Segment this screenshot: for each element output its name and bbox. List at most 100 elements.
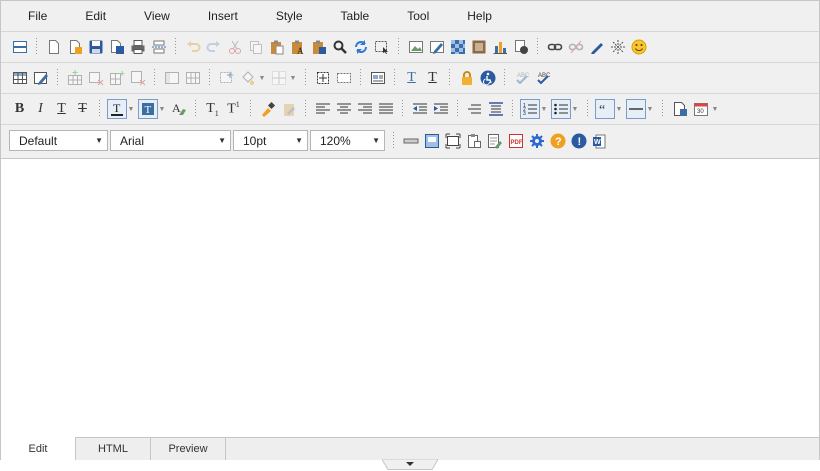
align-justify-icon[interactable] [376, 99, 396, 119]
menu-file[interactable]: File [9, 1, 66, 31]
menu-insert[interactable]: Insert [189, 1, 257, 31]
fill-color-icon[interactable] [238, 68, 258, 88]
align-left-icon[interactable] [313, 99, 333, 119]
paste-clipboard-icon[interactable] [464, 131, 484, 151]
insert-table-icon[interactable] [10, 68, 30, 88]
text-style-icon[interactable]: T [402, 68, 422, 88]
copy-icon[interactable] [246, 37, 266, 57]
zoom-select[interactable]: 120% ▼ [310, 130, 385, 151]
insert-document-icon[interactable] [511, 37, 531, 57]
superscript-icon[interactable]: T1 [224, 99, 244, 119]
help-icon[interactable]: ? [548, 131, 568, 151]
paste-format-icon[interactable] [279, 99, 299, 119]
font-size-select[interactable]: 10pt ▼ [233, 130, 308, 151]
italic-icon[interactable]: I [31, 99, 51, 119]
align-center-icon[interactable] [334, 99, 354, 119]
cut-icon[interactable] [225, 37, 245, 57]
cell-properties-icon[interactable] [183, 68, 203, 88]
tab-html[interactable]: HTML [76, 438, 151, 460]
insert-form-icon[interactable] [217, 68, 237, 88]
tab-edit[interactable]: Edit [1, 437, 76, 460]
row-properties-icon[interactable] [162, 68, 182, 88]
spell-check-as-you-type-icon[interactable]: ABC [533, 68, 553, 88]
find-icon[interactable] [330, 37, 350, 57]
special-character-icon[interactable] [608, 37, 628, 57]
blockquote-dropdown-icon[interactable]: ▼ [615, 99, 623, 119]
borders-icon[interactable] [269, 68, 289, 88]
show-borders-icon[interactable] [313, 68, 333, 88]
accessibility-icon[interactable] [478, 68, 498, 88]
ordered-list-icon[interactable]: 123 [519, 99, 540, 119]
replace-icon[interactable] [351, 37, 371, 57]
delete-row-icon[interactable] [86, 68, 106, 88]
tab-preview[interactable]: Preview [151, 438, 226, 460]
menu-tool[interactable]: Tool [388, 1, 448, 31]
paste-word-icon[interactable] [309, 37, 329, 57]
indent-icon[interactable] [431, 99, 451, 119]
fill-color-dropdown-icon[interactable]: ▼ [258, 68, 266, 88]
align-right-icon[interactable] [355, 99, 375, 119]
insert-background-icon[interactable] [448, 37, 468, 57]
unordered-list-dropdown-icon[interactable]: ▼ [571, 99, 579, 119]
highlight-color-icon[interactable]: T [137, 99, 158, 119]
strikethrough-icon[interactable]: T [73, 99, 93, 119]
save-icon[interactable] [86, 37, 106, 57]
ruler-icon[interactable] [401, 131, 421, 151]
layer-icon[interactable] [368, 68, 388, 88]
table-properties-icon[interactable] [31, 68, 51, 88]
bold-icon[interactable]: B [10, 99, 30, 119]
blockquote-icon[interactable]: “ [594, 99, 615, 119]
font-family-select[interactable]: Arial ▼ [110, 130, 231, 151]
emoticon-icon[interactable] [629, 37, 649, 57]
pdf-export-icon[interactable]: PDF [506, 131, 526, 151]
font-color-icon[interactable]: T [106, 99, 127, 119]
unordered-list-icon[interactable] [550, 99, 571, 119]
underline-icon[interactable]: T [52, 99, 72, 119]
line-height-icon[interactable] [465, 99, 485, 119]
spell-check-icon[interactable]: ABC [512, 68, 532, 88]
save-as-icon[interactable] [107, 37, 127, 57]
horizontal-rule-dropdown-icon[interactable]: ▼ [646, 99, 654, 119]
about-icon[interactable]: ! [569, 131, 589, 151]
new-document-icon[interactable] [44, 37, 64, 57]
print-icon[interactable] [128, 37, 148, 57]
redo-icon[interactable] [204, 37, 224, 57]
word-count-icon[interactable]: W [590, 131, 610, 151]
ordered-list-dropdown-icon[interactable]: ▼ [540, 99, 548, 119]
editing-area[interactable] [1, 159, 819, 436]
unlink-icon[interactable] [566, 37, 586, 57]
lock-icon[interactable] [457, 68, 477, 88]
paragraph-spacing-icon[interactable] [486, 99, 506, 119]
calendar-icon[interactable]: 30 [691, 99, 711, 119]
calendar-dropdown-icon[interactable]: ▼ [711, 99, 719, 119]
select-all-icon[interactable] [372, 37, 392, 57]
remove-format-icon[interactable]: A [169, 99, 189, 119]
insert-chart-icon[interactable] [490, 37, 510, 57]
insert-media-icon[interactable] [469, 37, 489, 57]
menu-view[interactable]: View [125, 1, 189, 31]
format-painter-icon[interactable] [258, 99, 278, 119]
fullscreen-icon[interactable] [443, 131, 463, 151]
toggle-border-icon[interactable] [422, 131, 442, 151]
paragraph-format-select[interactable]: Default ▼ [9, 130, 108, 151]
page-break-icon[interactable] [149, 37, 169, 57]
clear-style-icon[interactable]: T [423, 68, 443, 88]
settings-icon[interactable] [527, 131, 547, 151]
template-icon[interactable] [670, 99, 690, 119]
paste-text-icon[interactable]: A [288, 37, 308, 57]
insert-anchor-icon[interactable] [587, 37, 607, 57]
menu-style[interactable]: Style [257, 1, 322, 31]
edit-image-icon[interactable] [427, 37, 447, 57]
subscript-icon[interactable]: T1 [203, 99, 223, 119]
insert-column-icon[interactable] [107, 68, 127, 88]
toggle-toolbar-icon[interactable] [10, 37, 30, 57]
horizontal-rule-icon[interactable] [625, 99, 646, 119]
outdent-icon[interactable] [410, 99, 430, 119]
insert-link-icon[interactable] [545, 37, 565, 57]
insert-row-icon[interactable] [65, 68, 85, 88]
clean-code-icon[interactable] [485, 131, 505, 151]
insert-image-icon[interactable] [406, 37, 426, 57]
borders-dropdown-icon[interactable]: ▼ [289, 68, 297, 88]
show-blocks-icon[interactable] [334, 68, 354, 88]
highlight-color-dropdown-icon[interactable]: ▼ [158, 99, 166, 119]
